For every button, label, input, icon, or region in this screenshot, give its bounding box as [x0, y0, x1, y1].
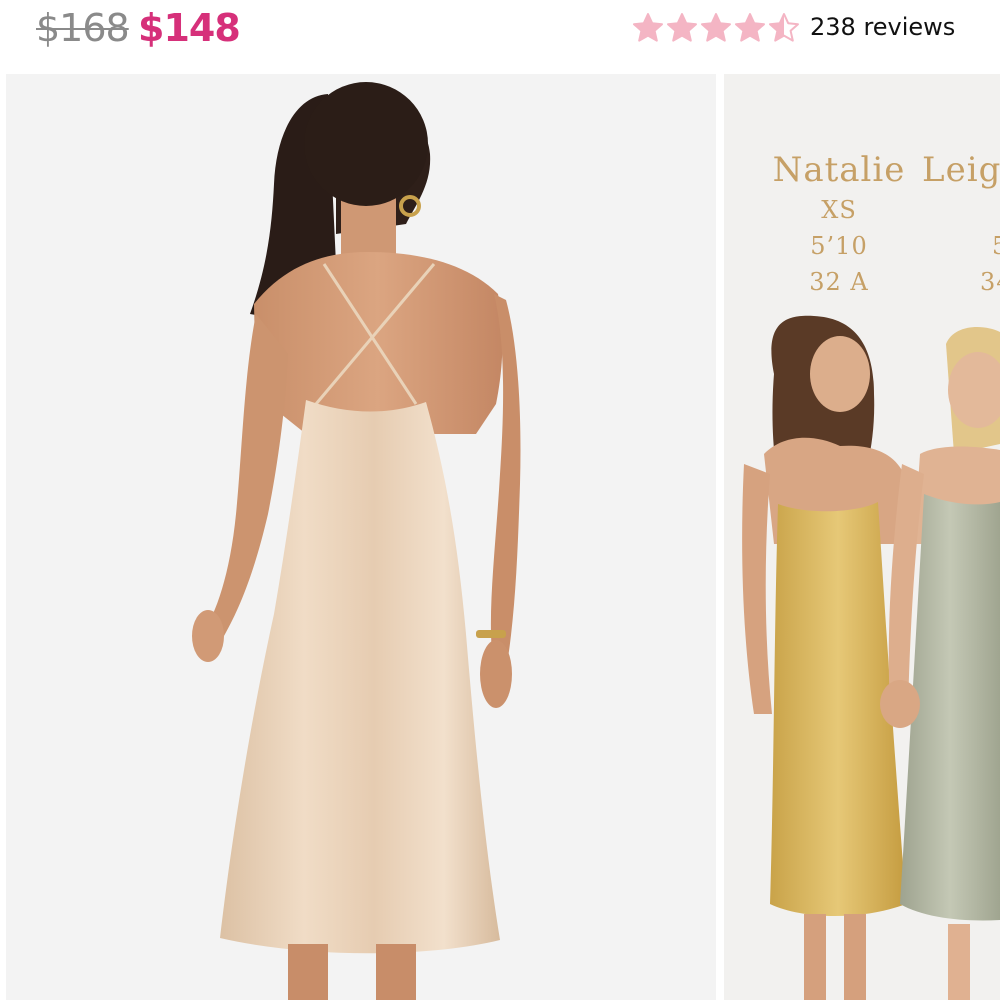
- original-price: $168: [36, 6, 130, 50]
- gallery-image-two-models[interactable]: Natalie XS 5’10 32 A Leig 5 34: [724, 74, 1000, 1000]
- gallery-image-back-view[interactable]: [6, 74, 716, 1000]
- model-info-second: Leig 5 34: [922, 148, 1000, 300]
- model-info-natalie: Natalie XS 5’10 32 A: [764, 148, 914, 300]
- sale-price: $148: [138, 6, 241, 50]
- star-full-icon: [667, 13, 697, 42]
- star-full-icon: [633, 13, 663, 42]
- model-size: XS: [821, 196, 857, 224]
- product-image-gallery[interactable]: Natalie XS 5’10 32 A Leig 5 34: [0, 74, 1000, 1000]
- star-full-icon: [701, 13, 731, 42]
- product-header: $168 $148 238 reviews: [0, 0, 1000, 74]
- model-bust: 34: [980, 268, 1000, 296]
- model-bust: 32 A: [809, 268, 869, 296]
- model-name: Leig: [922, 150, 1000, 190]
- model-height: 5’10: [810, 232, 868, 260]
- model-height: 5: [922, 228, 1000, 264]
- reviews-link[interactable]: 238 reviews: [810, 12, 955, 42]
- star-half-icon: [769, 13, 799, 42]
- model-back-view-illustration: [192, 82, 521, 1000]
- model-size: [922, 192, 1000, 228]
- star-rating[interactable]: [632, 8, 800, 48]
- model-name: Natalie: [772, 150, 906, 190]
- star-full-icon: [735, 13, 765, 42]
